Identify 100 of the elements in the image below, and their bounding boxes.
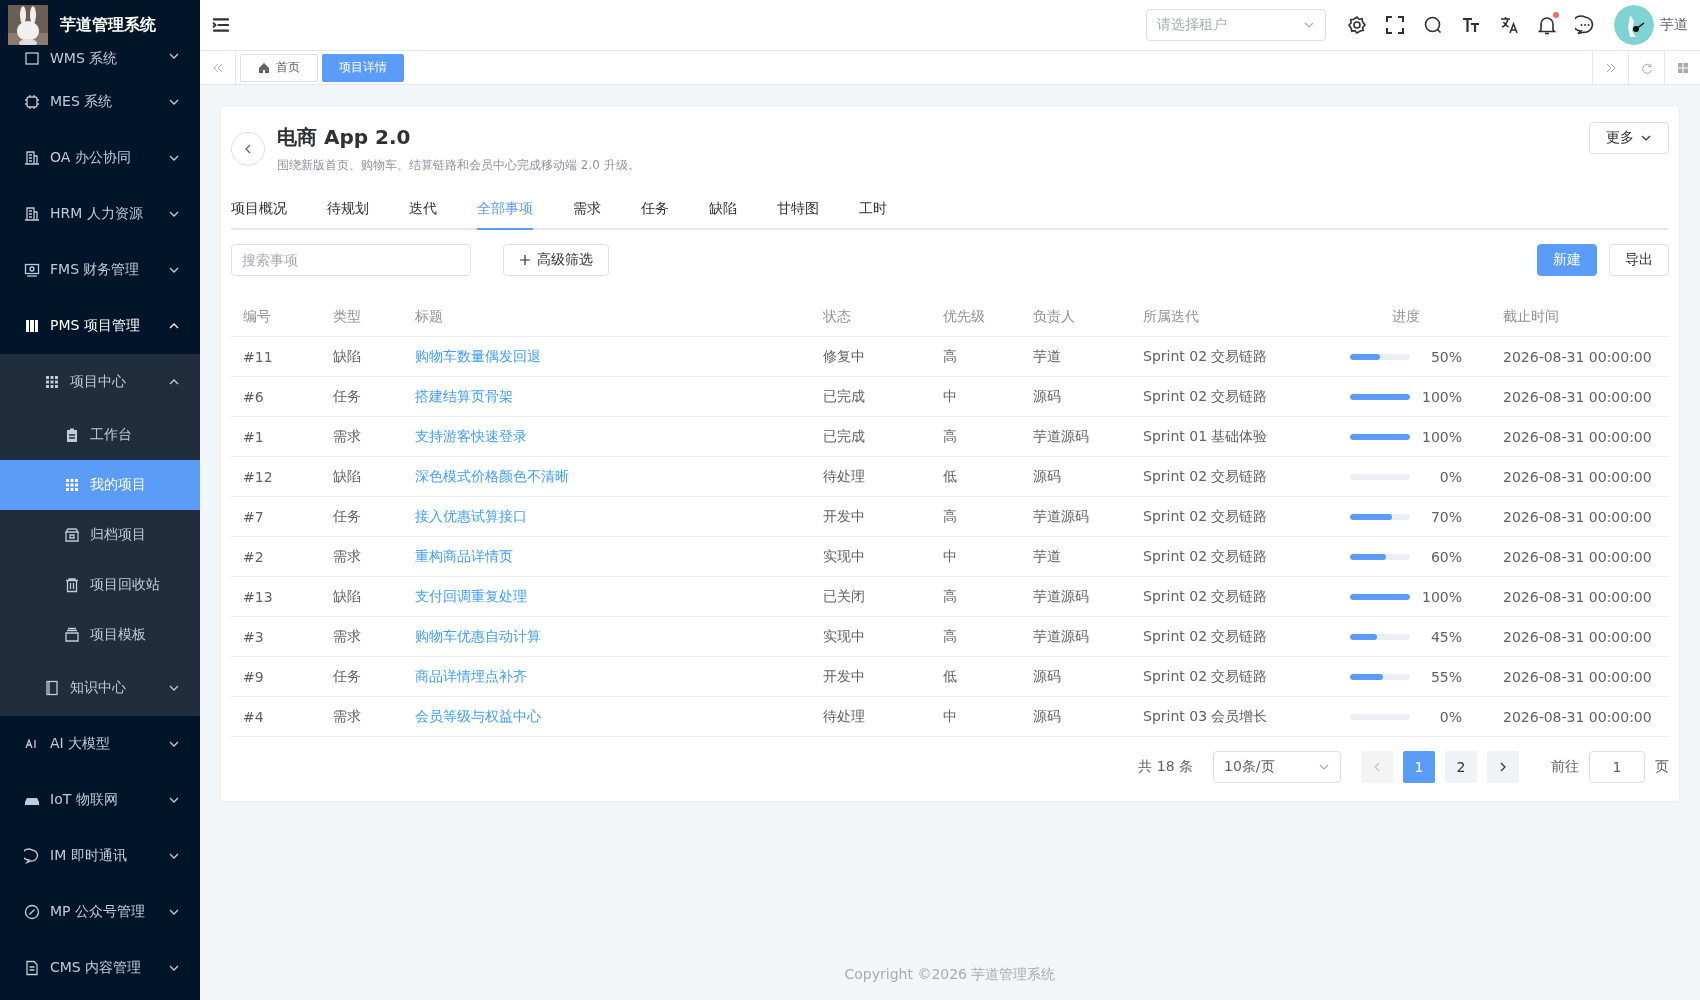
column-header: 截止时间: [1491, 298, 1669, 337]
table-cell: #7: [231, 496, 321, 537]
more-button[interactable]: 更多: [1589, 122, 1669, 154]
table-cell: #2: [231, 536, 321, 577]
copyright-text: Copyright ©2026 芋道管理系统: [843, 965, 1057, 984]
menu-item[interactable]: IoT 物联网: [0, 772, 200, 828]
total-count: 共 18 条: [1138, 758, 1193, 776]
menu-item[interactable]: HRM 人力资源: [0, 186, 200, 242]
table-cell: 高: [931, 336, 1021, 377]
table-cell: 低: [931, 456, 1021, 497]
menu-item[interactable]: MP 公众号管理: [0, 884, 200, 940]
table-cell: Sprint 03 会员增长: [1131, 696, 1321, 737]
book-icon: [44, 680, 60, 696]
table-cell: 2026-08-31 00:00:00: [1491, 576, 1669, 617]
table-cell: Sprint 02 交易链路: [1131, 536, 1321, 577]
menu-item[interactable]: 知识中心: [0, 660, 200, 716]
menu-item[interactable]: 项目中心: [0, 354, 200, 410]
menu-item[interactable]: MES 系统: [0, 74, 200, 130]
table-cell: 需求: [321, 416, 403, 457]
table-cell: 2026-08-31 00:00:00: [1491, 616, 1669, 657]
table-cell: 2026-08-31 00:00:00: [1491, 416, 1669, 457]
table-cell: 中: [931, 536, 1021, 577]
table-cell: #11: [231, 336, 321, 377]
menu-item[interactable]: WMS 系统: [0, 50, 200, 74]
table-cell: 芋道源码: [1021, 576, 1131, 617]
table-cell: 开发中: [811, 496, 931, 537]
tab[interactable]: 项目概况: [231, 200, 287, 230]
grid-icon: [44, 374, 60, 390]
table-cell: 缺陷: [321, 336, 403, 377]
table-cell: 中: [931, 696, 1021, 737]
menu-item[interactable]: FMS 财务管理: [0, 242, 200, 298]
page-size-select[interactable]: 10条/页: [1213, 751, 1341, 783]
table-cell: 已关闭: [811, 576, 931, 617]
table-cell: 源码: [1021, 456, 1131, 497]
table-cell: Sprint 02 交易链路: [1131, 576, 1321, 617]
table-cell: 2026-08-31 00:00:00: [1491, 376, 1669, 417]
menu-item[interactable]: AI 大模型: [0, 716, 200, 772]
table-cell: 2026-08-31 00:00:00: [1491, 656, 1669, 697]
menu-item[interactable]: OA 办公协同: [0, 130, 200, 186]
user-name[interactable]: 芋道: [1660, 16, 1688, 34]
tab[interactable]: 甘特图: [777, 200, 819, 230]
bell-icon[interactable]: [1537, 15, 1557, 35]
document-icon: [24, 960, 40, 976]
translate-icon[interactable]: [1499, 15, 1519, 35]
table-cell: 高: [931, 496, 1021, 537]
table-cell: 已完成: [811, 416, 931, 457]
menu-item[interactable]: 归档项目: [0, 510, 200, 560]
table-cell: 2026-08-31 00:00:00: [1491, 696, 1669, 737]
search-field[interactable]: 搜索事项: [231, 244, 471, 276]
table-cell: 中: [931, 376, 1021, 417]
chat-icon[interactable]: [1575, 15, 1595, 35]
tab[interactable]: 工时: [859, 200, 887, 230]
table-cell: #4: [231, 696, 321, 737]
text-size-icon[interactable]: [1461, 15, 1481, 35]
tab[interactable]: 迭代: [409, 200, 437, 230]
export-button[interactable]: 导出: [1609, 244, 1669, 276]
page-button[interactable]: 2: [1445, 751, 1477, 783]
table-cell: 任务: [321, 656, 403, 697]
table-cell: 任务: [321, 496, 403, 537]
tab[interactable]: 缺陷: [709, 200, 737, 230]
table-cell: #6: [231, 376, 321, 417]
table-cell: #3: [231, 616, 321, 657]
progress-text: 0%: [1438, 468, 1462, 485]
tray-icon: [64, 627, 80, 643]
archive-box-icon: [64, 527, 80, 543]
table-cell: 需求: [321, 616, 403, 657]
tab[interactable]: 任务: [641, 200, 669, 230]
page-input[interactable]: 1: [1589, 751, 1645, 783]
fullscreen-icon[interactable]: [1385, 15, 1405, 35]
table-cell: 源码: [1021, 376, 1131, 417]
menu-item[interactable]: 工作台: [0, 410, 200, 460]
menu-icon[interactable]: [212, 16, 230, 34]
clipboard-icon: [64, 427, 80, 443]
table-cell: 芋道源码: [1021, 496, 1131, 537]
menu-item[interactable]: CMS 内容管理: [0, 940, 200, 996]
search-icon[interactable]: [1423, 15, 1443, 35]
tag-tab[interactable]: 首页: [240, 53, 318, 82]
table-cell: Sprint 02 交易链路: [1131, 656, 1321, 697]
chip-icon: [24, 94, 40, 110]
menu-item[interactable]: PMS 项目管理: [0, 298, 200, 354]
table-cell: 高: [931, 576, 1021, 617]
tab[interactable]: 需求: [573, 200, 601, 230]
tab[interactable]: 待规划: [327, 200, 369, 230]
settings-icon[interactable]: [1347, 15, 1367, 35]
progress-text: 100%: [1420, 388, 1462, 405]
column-header: 编号: [231, 298, 321, 337]
column-header: 所属迭代: [1131, 298, 1321, 337]
menu-item[interactable]: 项目模板: [0, 610, 200, 660]
avatar[interactable]: [1614, 5, 1654, 45]
table-cell: 需求: [321, 696, 403, 737]
menu-item[interactable]: 项目回收站: [0, 560, 200, 610]
filter-button[interactable]: 高级筛选: [503, 244, 609, 276]
box-icon: [24, 50, 40, 66]
table-cell: 需求: [321, 536, 403, 577]
menu-item[interactable]: IM 即时通讯: [0, 828, 200, 884]
table-cell: 芋道: [1021, 536, 1131, 577]
table-cell: 源码: [1021, 656, 1131, 697]
building-icon: [24, 150, 40, 166]
grid-icon: [64, 477, 80, 493]
progress-text: 50%: [1429, 348, 1462, 365]
